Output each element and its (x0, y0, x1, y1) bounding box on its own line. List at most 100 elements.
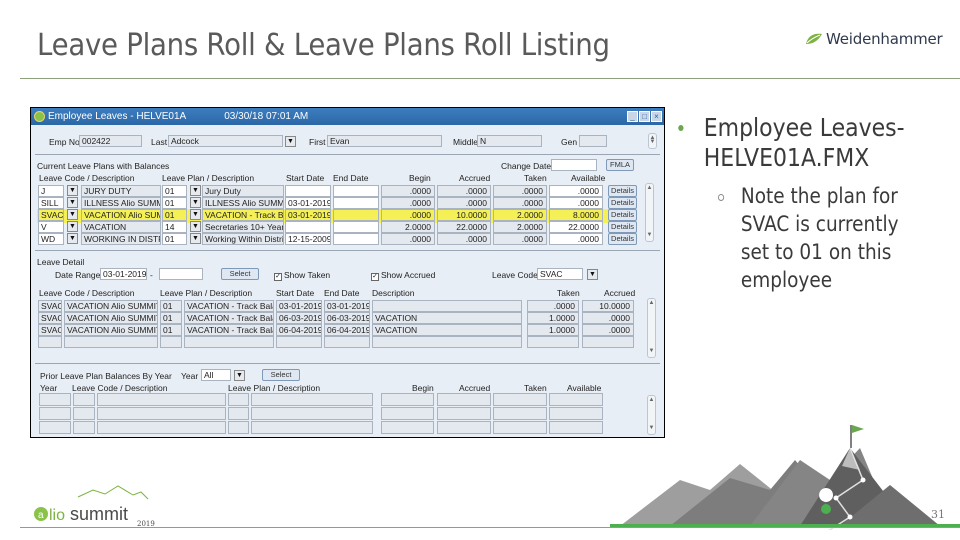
detail-select-button[interactable]: Select (221, 268, 259, 280)
detail-accrued-field: .0000 (582, 324, 634, 336)
start-date-field[interactable] (285, 221, 331, 233)
year-label: Year (181, 371, 199, 381)
leave-plan-field[interactable]: 01 (162, 233, 187, 245)
current-plans-scrollbar[interactable]: ▲ ▼ (645, 183, 654, 242)
maximize-button[interactable]: □ (639, 111, 650, 122)
leave-code-row-dropdown[interactable]: ▼ (67, 209, 78, 220)
leave-plan-field[interactable]: 01 (162, 197, 187, 209)
col-begin: Begin (409, 173, 431, 183)
window-titlebar[interactable]: Employee Leaves - HELVE01A 03/30/18 07:0… (31, 108, 664, 125)
details-button[interactable]: Details (608, 233, 637, 245)
change-date-field[interactable] (551, 159, 597, 171)
emp-no-field[interactable]: 002422 (79, 135, 142, 147)
start-date-field[interactable] (285, 185, 331, 197)
leave-code-row-dropdown[interactable]: ▼ (67, 221, 78, 232)
detail-scrollbar[interactable]: ▲ ▼ (647, 298, 656, 358)
prior-col-accrued: Accrued (459, 383, 491, 393)
leave-code-row-dropdown[interactable]: ▼ (67, 185, 78, 196)
taken-field: 2.0000 (493, 209, 547, 221)
leave-plan-desc-field: VACATION - Track Balance (202, 209, 284, 221)
prior-col-available: Available (567, 383, 602, 393)
start-date-field[interactable]: 03-01-2019 (285, 197, 331, 209)
employee-scrollbar[interactable]: ▲ ▼ (648, 133, 657, 149)
prior-cell (251, 421, 373, 434)
leave-plan-row-dropdown[interactable]: ▼ (190, 209, 201, 220)
detail-col-description: Description (372, 288, 415, 298)
last-name-dropdown[interactable]: ▼ (285, 136, 296, 147)
leave-code-dropdown[interactable]: ▼ (587, 269, 598, 280)
detail-code-field: SVAC (38, 300, 62, 312)
prior-select-button[interactable]: Select (262, 369, 300, 381)
middle-name-field[interactable]: N (477, 135, 542, 147)
date-to-field[interactable] (159, 268, 203, 280)
detail-end-date-field: 06-04-2019 (324, 324, 370, 336)
leaf-icon (806, 33, 822, 44)
fmla-button[interactable]: FMLA (606, 159, 634, 171)
leave-code-field[interactable]: SILL (38, 197, 64, 209)
show-taken-checkbox[interactable]: ✓ Show Taken (274, 270, 330, 281)
leave-plan-field[interactable]: 01 (162, 185, 187, 197)
detail-description-field: VACATION (372, 324, 522, 336)
prior-cell (381, 421, 434, 434)
details-button[interactable]: Details (608, 221, 637, 233)
leave-code-field[interactable]: J (38, 185, 64, 197)
detail-code-desc-field: VACATION Alio SUMMIT (64, 300, 158, 312)
prior-cell (437, 421, 491, 434)
detail-description-field (372, 300, 522, 312)
col-end-date: End Date (333, 173, 369, 183)
details-button[interactable]: Details (608, 185, 637, 197)
bullet-level1-text: Employee Leaves-HELVE01A.FMX (703, 113, 905, 172)
leave-code-row-dropdown[interactable]: ▼ (67, 197, 78, 208)
last-name-field[interactable]: Adcock (168, 135, 283, 147)
detail-description-field: VACATION (372, 312, 522, 324)
close-button[interactable]: × (651, 111, 662, 122)
window-datetime: 03/30/18 07:01 AM (224, 111, 309, 122)
gen-field[interactable] (579, 135, 607, 147)
detail-plan-desc-field (184, 336, 274, 348)
prior-cell (228, 421, 249, 434)
leave-plan-field[interactable]: 01 (162, 209, 187, 221)
prior-cell (549, 407, 603, 420)
details-button[interactable]: Details (608, 209, 637, 221)
first-name-field[interactable]: Evan (327, 135, 442, 147)
leave-plan-row-dropdown[interactable]: ▼ (190, 233, 201, 244)
leave-code-field[interactable]: SVAC (537, 268, 583, 280)
section-divider (35, 363, 660, 364)
leave-code-field[interactable]: SVAC (38, 209, 64, 221)
taken-field: .0000 (493, 233, 547, 245)
svg-text:a: a (38, 510, 44, 521)
alio-summit-logo: a lio summit 2019 (33, 485, 158, 532)
last-name-label: Last (151, 137, 168, 147)
year-dropdown[interactable]: ▼ (234, 370, 245, 381)
show-accrued-checkbox[interactable]: ✓ Show Accrued (371, 270, 435, 281)
end-date-field[interactable] (333, 233, 379, 245)
mountain-illustration (610, 425, 960, 530)
col-available: Available (571, 173, 606, 183)
leave-plan-row-dropdown[interactable]: ▼ (190, 197, 201, 208)
leave-plan-row-dropdown[interactable]: ▼ (190, 185, 201, 196)
start-date-field[interactable]: 12-15-2009 (285, 233, 331, 245)
leave-code-field[interactable]: WD (38, 233, 64, 245)
end-date-field[interactable] (333, 209, 379, 221)
brand-name: Weidenhammer (826, 30, 943, 48)
leave-plan-row-dropdown[interactable]: ▼ (190, 221, 201, 232)
leave-code-desc-field: WORKING IN DISTRICT (81, 233, 161, 245)
detail-plan-desc-field: VACATION - Track Balance (184, 300, 274, 312)
leave-detail-label: Leave Detail (37, 257, 85, 267)
end-date-field[interactable] (333, 221, 379, 233)
title-divider (20, 78, 960, 79)
leave-code-row-dropdown[interactable]: ▼ (67, 233, 78, 244)
date-range-separator: - (150, 270, 153, 280)
detail-plan-desc-field: VACATION - Track Balance (184, 312, 274, 324)
leave-plan-field[interactable]: 14 (162, 221, 187, 233)
begin-balance-field: 2.0000 (381, 221, 435, 233)
leave-code-field[interactable]: V (38, 221, 64, 233)
minimize-button[interactable]: _ (627, 111, 638, 122)
year-field[interactable]: All (201, 369, 231, 381)
end-date-field[interactable] (333, 197, 379, 209)
start-date-field[interactable]: 03-01-2019 (285, 209, 331, 221)
taken-field: .0000 (493, 197, 547, 209)
date-from-field[interactable]: 03-01-2019 (100, 268, 147, 280)
end-date-field[interactable] (333, 185, 379, 197)
details-button[interactable]: Details (608, 197, 637, 209)
